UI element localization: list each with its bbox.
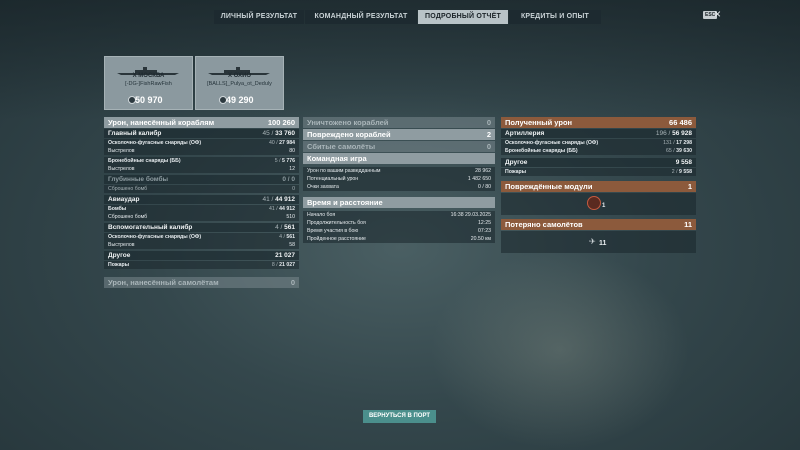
received-ap-row: Бронебойные снаряды (ББ) 65 / 39 630 — [501, 147, 696, 155]
received-fires-row: Пожары 2 / 9 558 — [501, 168, 696, 176]
capture-points-row: Очки захвата 0 / 80 — [303, 183, 495, 191]
damage-received-header: Полученный урон 66 486 — [501, 117, 696, 128]
received-other-row: Другое 9 558 — [501, 158, 696, 167]
planes-lost-box: ✈ 11 — [501, 231, 696, 253]
tab-personal-result[interactable]: ЛИЧНЫЙ РЕЗУЛЬТАТ — [214, 10, 304, 24]
other-damage-row: Другое 21 027 — [104, 251, 299, 260]
team-play-header: Командная игра — [303, 153, 495, 164]
airstrike-bombs-row: Бомбы 41 / 44 912 — [104, 205, 299, 213]
player-name: [BALLS]_Pulya_ot_Deduly — [207, 81, 272, 87]
participation-time-row: Время участия в бою 07:23 — [303, 227, 495, 235]
plane-icon: ✈ — [589, 237, 596, 246]
distance-row: Пройденное расстояние 20.50 км — [303, 235, 495, 243]
secondary-battery-row: Вспомогательный калибр 4 / 561 — [104, 223, 299, 232]
close-icon[interactable]: × — [714, 7, 721, 21]
return-to-port-button[interactable]: ВЕРНУТЬСЯ В ПОРТ — [363, 410, 436, 423]
damaged-module-icon — [587, 196, 601, 210]
tab-team-result[interactable]: КОМАНДНЫЙ РЕЗУЛЬТАТ — [305, 10, 417, 24]
potential-damage-row: Потенциальный урон 1 482 650 — [303, 175, 495, 183]
ship-score: 50 970 — [135, 95, 163, 105]
planes-shot-row: Сбитые самолёты 0 — [303, 141, 495, 152]
damage-dealt-panel: Урон, нанесённый кораблям 100 260 Главный… — [104, 117, 299, 289]
ship-card-top: X ОХИО [BALLS]_Pulya_ot_Deduly 49 290 — [195, 56, 284, 110]
airstrike-row: Авиаудар 41 / 44 912 — [104, 195, 299, 204]
ships-destroyed-row: Уничтожено кораблей 0 — [303, 117, 495, 128]
main-he-row: Осколочно-фугасные снаряды (ОФ) 40 / 27 … — [104, 139, 299, 147]
fires-row: Пожары 8 / 21 027 — [104, 261, 299, 269]
depth-dropped-row: Сброшено бомб 0 — [104, 185, 299, 193]
time-distance-header: Время и расстояние — [303, 197, 495, 208]
spotting-damage-row: Урон по вашим разведданным 28 962 — [303, 167, 495, 175]
damaged-modules-header: Повреждённые модули 1 — [501, 181, 696, 192]
damaged-modules-box: 1 — [501, 193, 696, 215]
combat-stats-panel: Уничтожено кораблей 0 Повреждено кораблей… — [303, 117, 495, 243]
ship-name: X ОХИО — [227, 73, 252, 79]
ships-damaged-row: Повреждено кораблей 2 — [303, 129, 495, 140]
ship-card-player: X МОСКВА [-DG-]FishRawFish 50 970 — [104, 56, 193, 110]
ship-score: 49 290 — [226, 95, 254, 105]
artillery-row: Артиллерия 196 / 56 928 — [501, 129, 696, 138]
secondary-shots-row: Выстрелов 58 — [104, 241, 299, 249]
tab-bar: ЛИЧНЫЙ РЕЗУЛЬТАТ КОМАНДНЫЙ РЕЗУЛЬТАТ ПОД… — [214, 10, 601, 24]
tab-credits-xp[interactable]: КРЕДИТЫ И ОПЫТ — [509, 10, 601, 24]
battle-start-row: Начало боя 16:38 29.03.2025 — [303, 211, 495, 219]
planes-damage-header: Урон, нанесённый самолётам 0 — [104, 277, 299, 288]
main-he-shots-row: Выстрелов 80 — [104, 147, 299, 155]
planes-lost-count: 11 — [599, 240, 607, 247]
secondary-he-row: Осколочно-фугасные снаряды (ОФ) 4 / 561 — [104, 233, 299, 241]
damage-received-panel: Полученный урон 66 486 Артиллерия 196 / 5… — [501, 117, 696, 254]
tab-detailed-report[interactable]: ПОДРОБНЫЙ ОТЧЁТ — [418, 10, 508, 24]
main-ap-shots-row: Выстрелов 12 — [104, 165, 299, 173]
planes-lost-header: Потеряно самолётов 11 — [501, 219, 696, 230]
airstrike-dropped-row: Сброшено бомб 510 — [104, 213, 299, 221]
main-ap-row: Бронебойные снаряды (ББ) 5 / 5 776 — [104, 157, 299, 165]
main-battery-row: Главный калибр 45 / 33 760 — [104, 129, 299, 138]
damage-dealt-header: Урон, нанесённый кораблям 100 260 — [104, 117, 299, 128]
depth-charges-row: Глубинные бомбы 0 / 0 — [104, 175, 299, 184]
damaged-module-count: 1 — [602, 203, 606, 209]
battle-duration-row: Продолжительность боя 12:25 — [303, 219, 495, 227]
player-name: [-DG-]FishRawFish — [125, 81, 172, 87]
received-he-row: Осколочно-фугасные снаряды (ОФ) 131 / 17… — [501, 139, 696, 147]
fog-cloud — [430, 250, 690, 450]
ship-name: X МОСКВА — [132, 73, 165, 79]
